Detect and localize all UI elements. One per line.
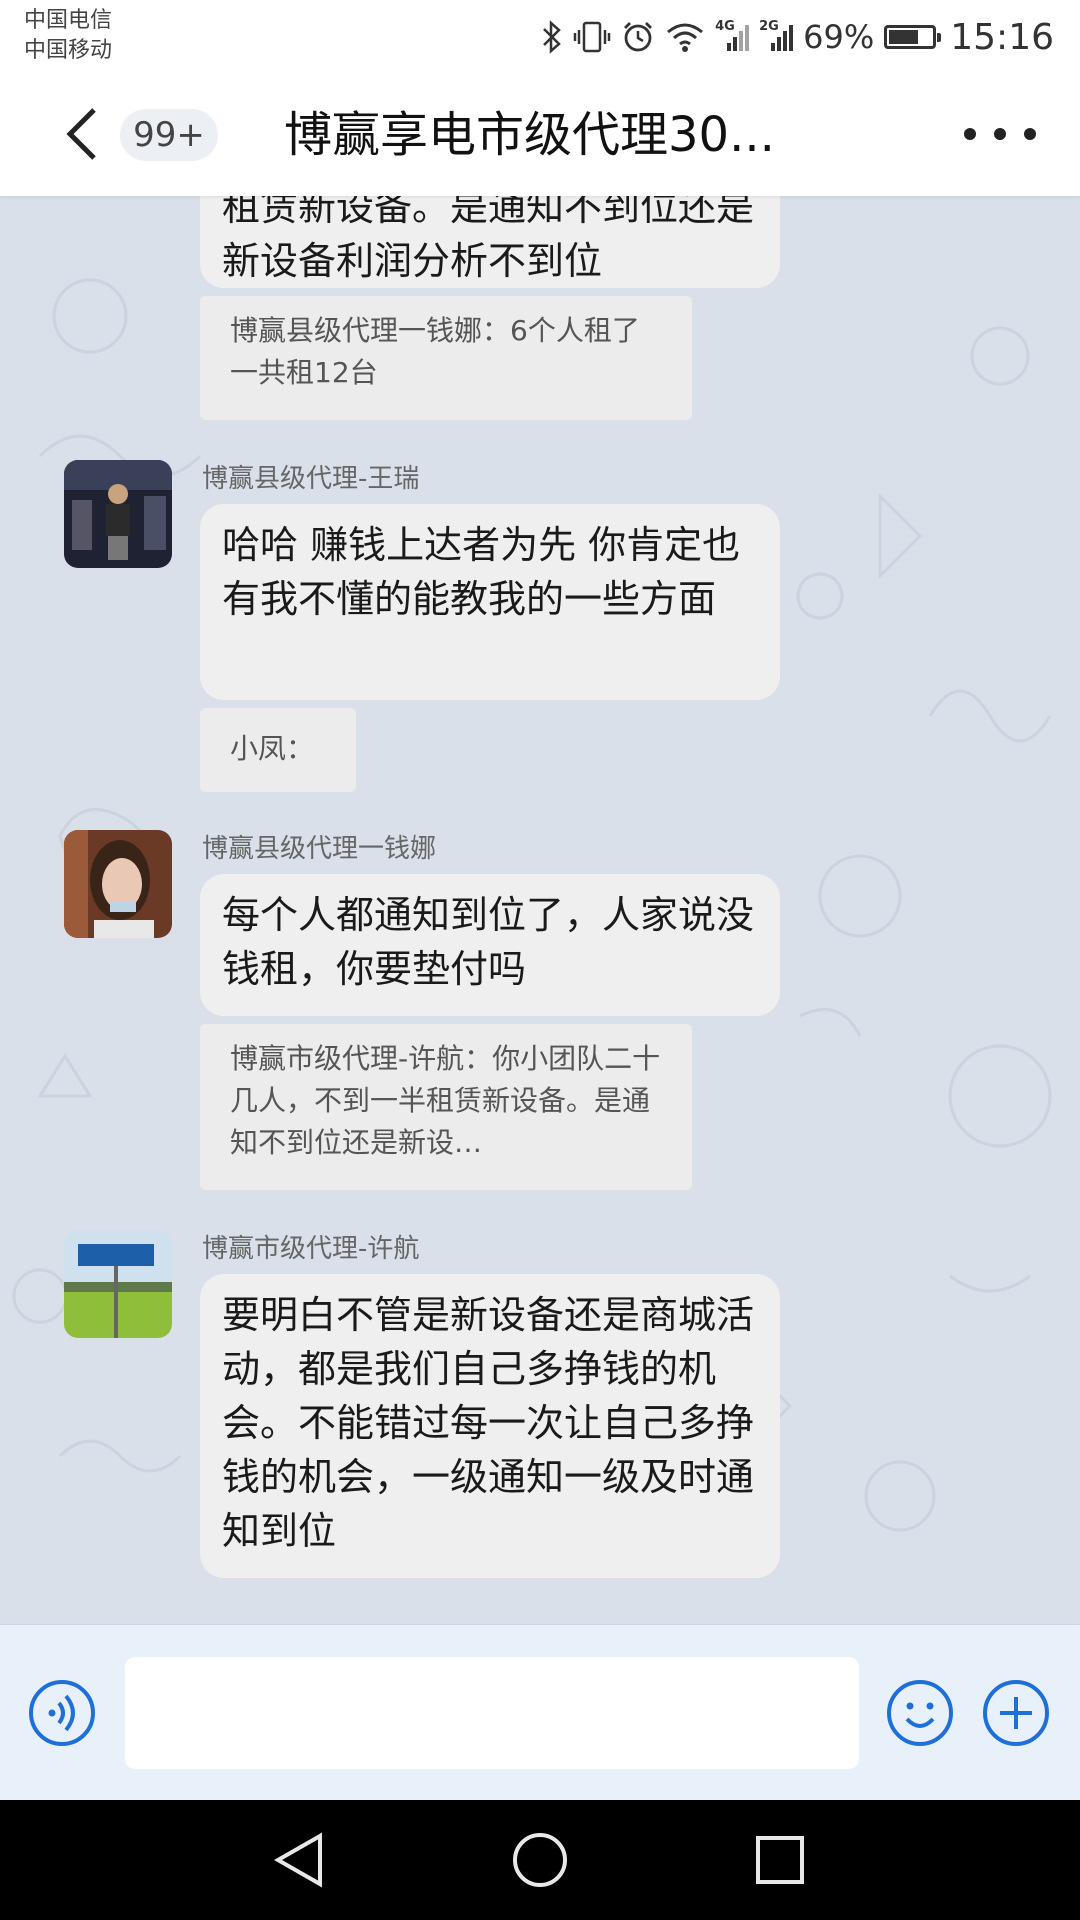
emoji-button[interactable]: [886, 1679, 954, 1747]
signal-2-type: 2G: [759, 19, 779, 34]
more-dots-icon: [994, 128, 1006, 140]
quoted-message[interactable]: 博赢市级代理-许航：你小团队二十几人，不到一半租赁新设备。是通知不到位还是新设…: [200, 1024, 692, 1190]
message-input-bar: [0, 1624, 1080, 1801]
page-title[interactable]: 博赢享电市级代理30...: [284, 100, 804, 170]
carrier-2: 中国移动: [24, 38, 113, 63]
system-back-button[interactable]: [270, 1830, 330, 1890]
status-bar: 中国电信 中国移动 4G 2G 69% 15:16: [0, 0, 1080, 74]
unread-badge[interactable]: 99+: [120, 109, 218, 161]
signal-icon: 2G: [759, 19, 794, 53]
system-recents-button[interactable]: [750, 1830, 810, 1890]
battery-fill: [889, 30, 919, 44]
avatar-image: [64, 1230, 172, 1338]
system-navigation-bar: [0, 1800, 1080, 1920]
more-actions-button[interactable]: [982, 1679, 1050, 1747]
quoted-message[interactable]: 小凤：: [200, 708, 356, 792]
sender-name: 博赢县级代理-王瑞: [202, 464, 420, 494]
bluetooth-icon: [541, 20, 563, 54]
signal-1-type: 4G: [715, 19, 735, 34]
carrier-1: 中国电信: [24, 8, 113, 33]
battery-percent: 69%: [803, 18, 875, 56]
more-options-button[interactable]: [964, 104, 1036, 164]
more-dots-icon: [1024, 128, 1036, 140]
back-button[interactable]: [60, 104, 104, 164]
alarm-icon: [621, 20, 655, 54]
avatar[interactable]: [64, 830, 172, 938]
back-triangle-icon: [273, 1832, 322, 1888]
avatar[interactable]: [64, 460, 172, 568]
plus-icon: [983, 1680, 1049, 1746]
message-bubble[interactable]: 要明白不管是新设备还是商城活动，都是我们自己多挣钱的机会。不能错过每一次让自己多…: [200, 1274, 780, 1578]
home-circle-icon: [513, 1833, 567, 1887]
battery-charging-icon: [884, 25, 942, 49]
status-icons: 4G 2G 69% 15:16: [541, 12, 1054, 62]
message-input[interactable]: [125, 1657, 859, 1769]
chat-area[interactable]: 租赁新设备。是通知不到位还是新设备利润分析不到位 博赢县级代理一钱娜：6个人租了…: [0, 196, 1080, 1624]
sender-name: 博赢市级代理-许航: [202, 1234, 420, 1264]
wifi-icon: [665, 20, 705, 54]
system-home-button[interactable]: [510, 1830, 570, 1890]
avatar-image: [64, 460, 172, 568]
message-bubble[interactable]: 租赁新设备。是通知不到位还是新设备利润分析不到位: [200, 196, 780, 288]
message-bubble[interactable]: 每个人都通知到位了，人家说没钱租，你要垫付吗: [200, 874, 780, 1016]
sender-name: 博赢县级代理一钱娜: [202, 834, 437, 864]
vibrate-icon: [573, 20, 611, 54]
chevron-left-icon: [66, 108, 96, 160]
avatar[interactable]: [64, 1230, 172, 1338]
avatar-image: [64, 830, 172, 938]
more-dots-icon: [964, 128, 976, 140]
voice-button[interactable]: [28, 1679, 96, 1747]
message-bubble[interactable]: 哈哈 赚钱上达者为先 你肯定也有我不懂的能教我的一些方面: [200, 504, 780, 700]
recents-square-icon: [756, 1836, 804, 1884]
carrier-info: 中国电信 中国移动: [24, 6, 112, 66]
voice-icon: [29, 1680, 95, 1746]
chat-header: 99+ 博赢享电市级代理30...: [0, 74, 1080, 196]
emoji-icon: [887, 1680, 953, 1746]
clock: 15:16: [950, 16, 1054, 58]
signal-icon: 4G: [715, 19, 750, 53]
quoted-message[interactable]: 博赢县级代理一钱娜：6个人租了一共租12台: [200, 296, 692, 420]
